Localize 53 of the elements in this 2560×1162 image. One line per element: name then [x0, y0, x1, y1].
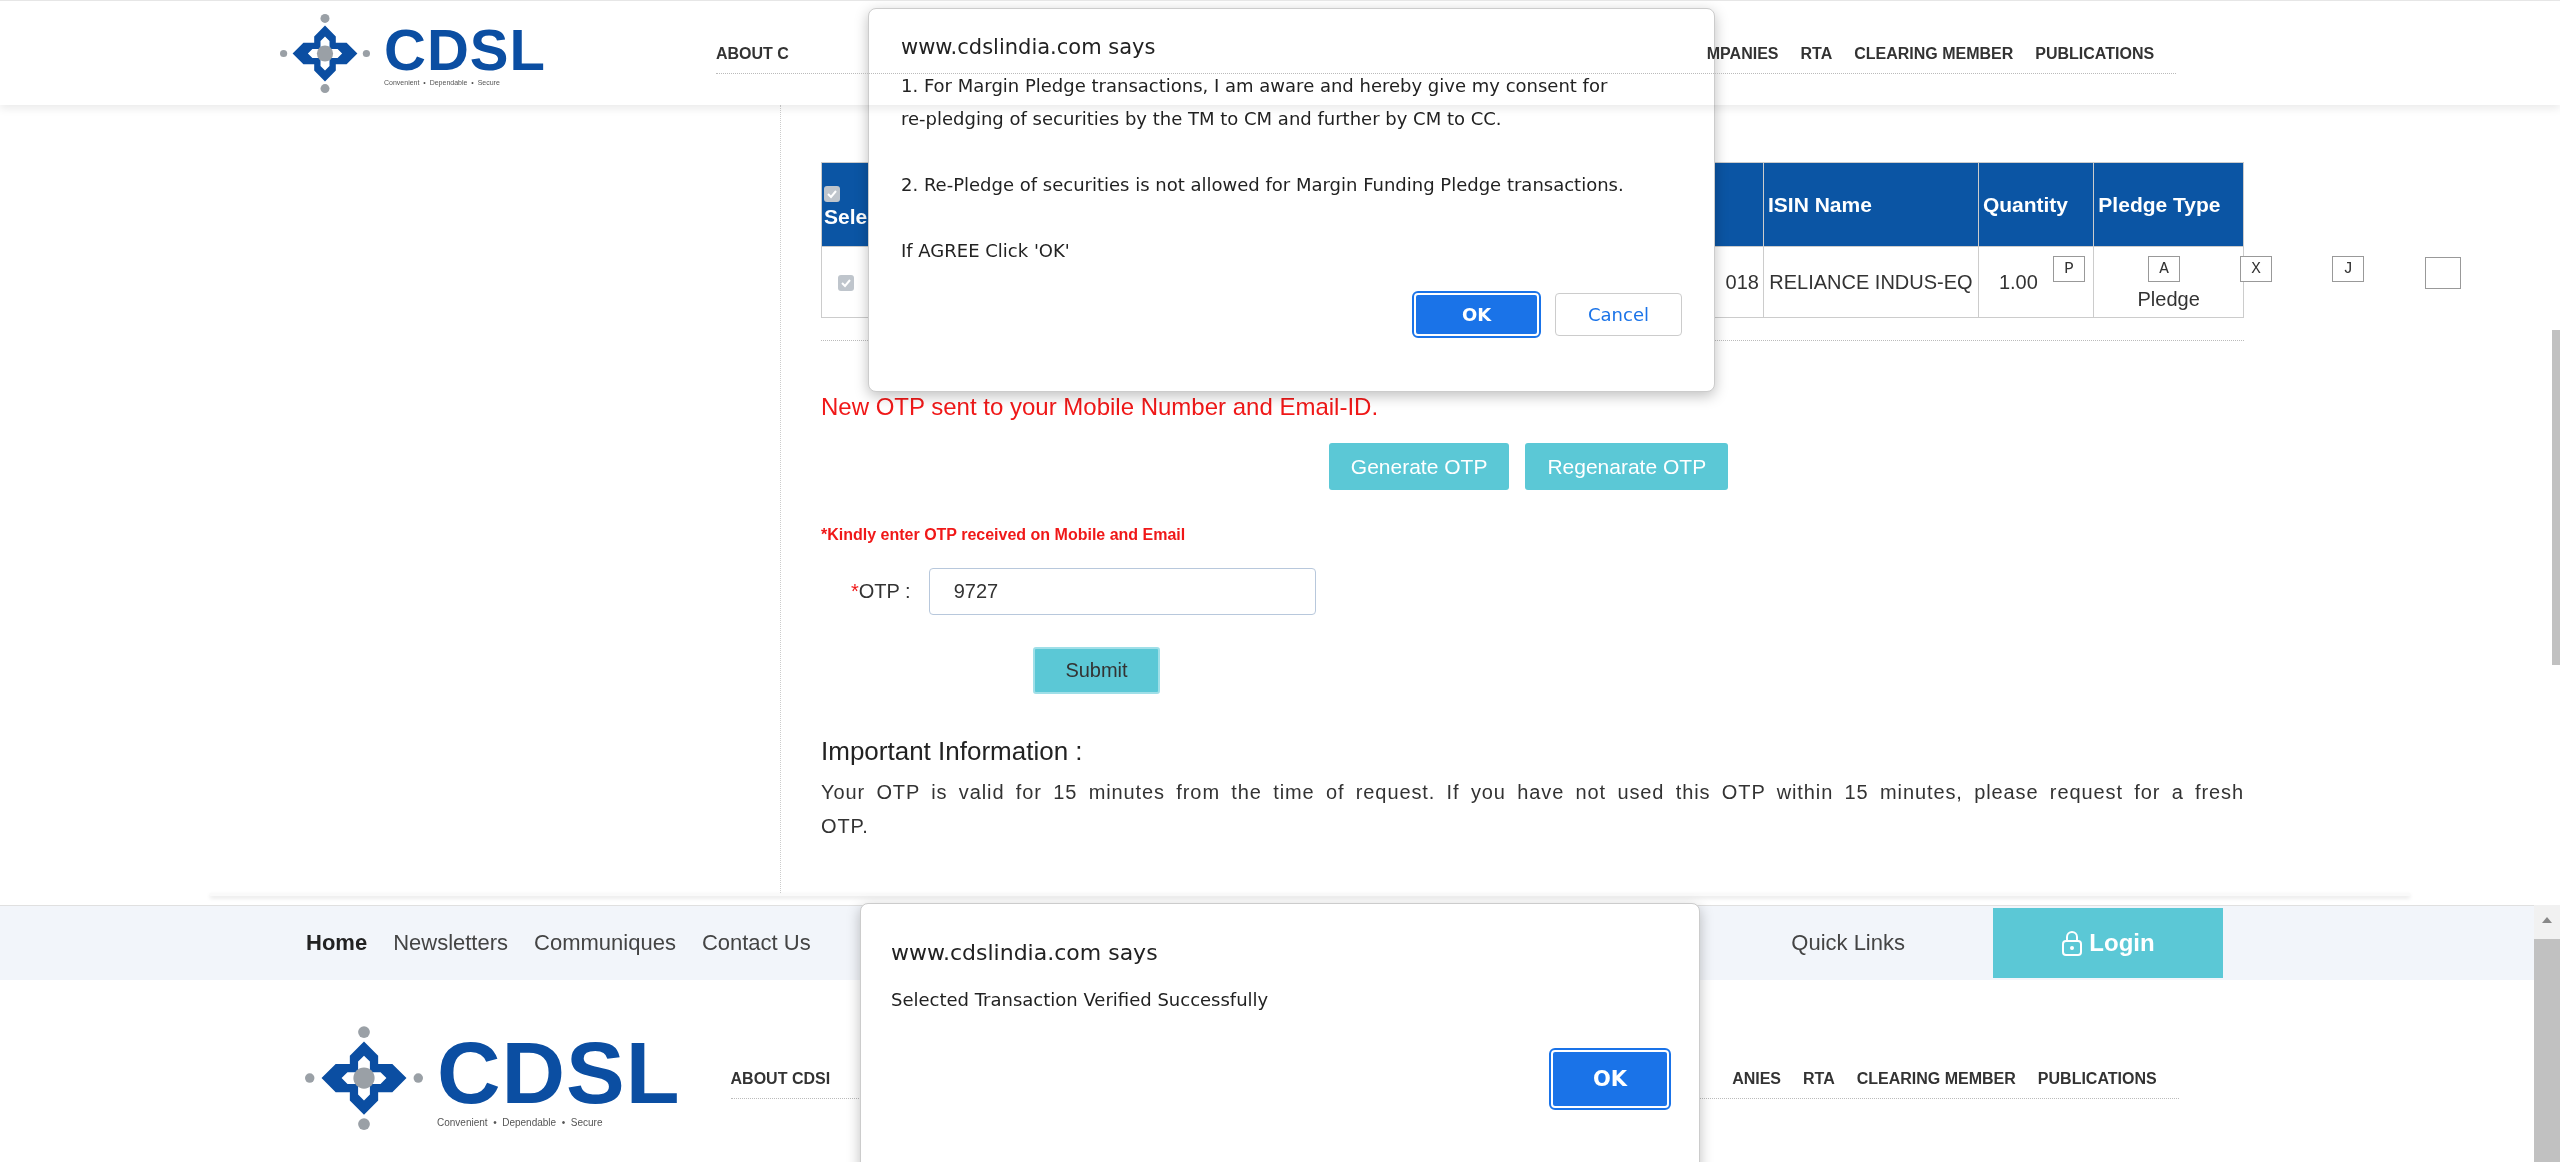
column-header: ISIN Name: [1763, 162, 1979, 247]
letter-key[interactable]: P: [2053, 256, 2085, 282]
letter-key[interactable]: X: [2240, 256, 2272, 282]
dialog-text: 2. Re-Pledge of securities is not allowed for Margin Funding Pledge transactions.: [901, 173, 1625, 197]
logo-tagline: Convenient • Dependable • Secure: [437, 1116, 604, 1128]
status-message: New OTP sent to your Mobile Number and Email-ID.: [821, 393, 1380, 421]
table-cell: Pledge: [2137, 288, 2200, 310]
table-cell: 1.00: [1998, 270, 2038, 294]
nav-link[interactable]: PUBLICATIONS: [2035, 44, 2155, 63]
checkbox[interactable]: [824, 185, 840, 202]
scrollbar[interactable]: [2534, 905, 2560, 1162]
footer-link[interactable]: Contact Us: [701, 930, 811, 956]
dialog-text: 1. For Margin Pledge transactions, I am aware and hereby give my consent for re-pledging of securities by the TM to CM and further by CM to CC.: [901, 74, 1609, 131]
nav-link[interactable]: RTA: [1803, 1069, 1835, 1088]
checkbox[interactable]: [838, 274, 855, 291]
column-header: Quantity: [1978, 162, 2094, 247]
dialog-text: Selected Transaction Verified Successfully: [891, 989, 1269, 1010]
dialog-title: www.cdslindia.com says: [901, 35, 1156, 59]
logo-icon: [305, 1025, 423, 1132]
column-header: Pledge Type: [2093, 162, 2244, 247]
dialog-text: If AGREE Click 'OK': [901, 239, 1071, 263]
table-cell: RELIANCE INDUS-EQ: [1769, 270, 1973, 293]
section-title: Important Information :: [821, 736, 1084, 767]
logo-wordmark: CDSL: [384, 20, 546, 79]
nav-link[interactable]: ABOUT C: [715, 44, 789, 63]
submit-button[interactable]: Submit: [1033, 647, 1160, 694]
table-cell: 018: [1725, 270, 1759, 293]
nav-link[interactable]: MPANIES: [1706, 44, 1779, 63]
otp-hint: *Kindly enter OTP received on Mobile and Email: [821, 526, 1187, 544]
blank-key[interactable]: [2425, 257, 2461, 289]
nav-link[interactable]: ANIES: [1732, 1069, 1782, 1088]
info-text: Your OTP is valid for 15 minutes from the time of request. If you have not used this OTP within 15 minutes, please request for a fresh OTP.: [821, 780, 2244, 839]
cancel-button[interactable]: Cancel: [1555, 293, 1682, 336]
nav-link[interactable]: CLEARING MEMBER: [1854, 44, 2014, 63]
dialog-title: www.cdslindia.com says: [891, 940, 1158, 965]
footer-link[interactable]: Newsletters: [393, 930, 509, 956]
lock-icon: [2061, 929, 2084, 957]
nav-link[interactable]: CLEARING MEMBER: [1856, 1069, 2016, 1088]
nav-link[interactable]: PUBLICATIONS: [2037, 1069, 2157, 1088]
otp-field[interactable]: 9727: [928, 568, 1316, 615]
letter-key[interactable]: J: [2332, 256, 2364, 282]
letter-key[interactable]: A: [2148, 256, 2180, 282]
otp-label: *OTP :: [851, 580, 911, 603]
logo-icon: [280, 12, 370, 94]
nav-link[interactable]: RTA: [1800, 44, 1833, 63]
ok-button[interactable]: OK: [1414, 293, 1539, 336]
footer-link[interactable]: Home: [306, 930, 368, 956]
quick-links-label[interactable]: Quick Links: [1791, 930, 1905, 956]
logo-wordmark: CDSL: [437, 1028, 681, 1117]
footer-link[interactable]: Communiques: [534, 930, 676, 956]
column-header: Sele: [824, 204, 869, 229]
ok-button[interactable]: OK: [1551, 1050, 1669, 1108]
nav-link[interactable]: ABOUT CDSI: [730, 1069, 831, 1088]
